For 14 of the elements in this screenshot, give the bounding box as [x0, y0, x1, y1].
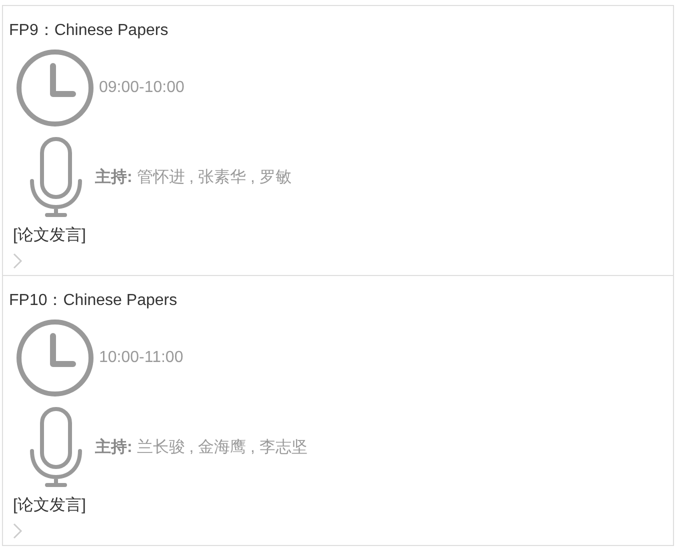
session-type: [论文发言]: [13, 497, 86, 515]
session-hosts: 主持: 兰长骏 , 金海鹰 , 李志坚: [95, 437, 308, 458]
session-title: FP10：Chinese Papers: [8, 291, 178, 311]
microphone-icon: [29, 137, 83, 217]
session-time: 10:00-11:00: [99, 349, 184, 367]
microphone-icon: [29, 407, 83, 487]
clock-icon: [15, 48, 95, 128]
session-title: FP9：Chinese Papers: [8, 21, 168, 41]
session-type: [论文发言]: [13, 227, 86, 245]
session-time: 09:00-10:00: [99, 79, 184, 97]
chevron-icon[interactable]: [13, 523, 23, 539]
clock-icon: [15, 318, 95, 398]
chevron-icon[interactable]: [13, 253, 23, 269]
session-hosts: 主持: 管怀进 , 张素华 , 罗敏: [95, 167, 292, 188]
